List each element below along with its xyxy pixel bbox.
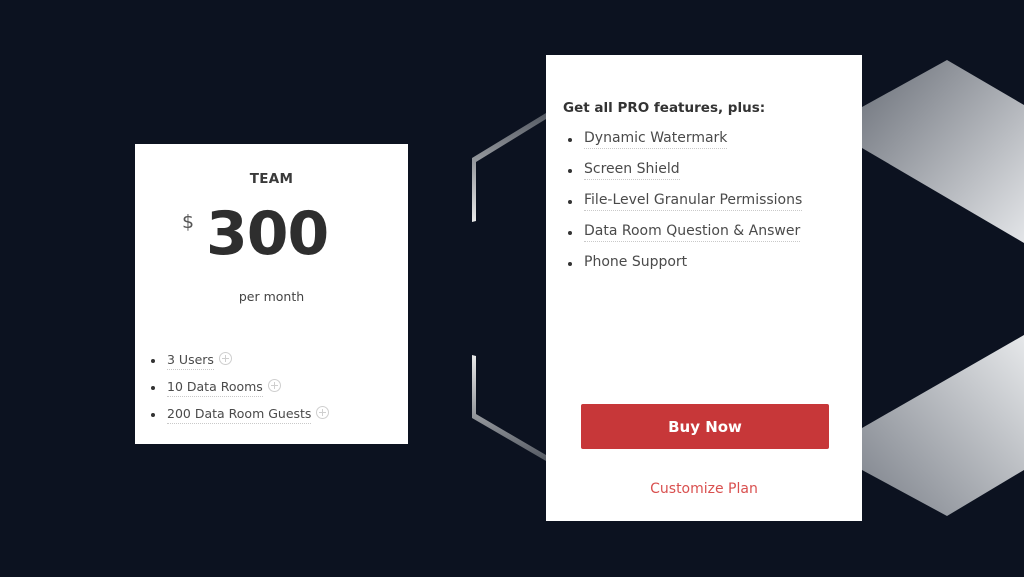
feature-item: 3 Users [151,352,329,379]
feature-item: Dynamic Watermark [568,130,802,161]
plus-circle-icon[interactable] [316,406,330,419]
customize-plan-link[interactable]: Customize Plan [546,481,862,497]
price-period: per month [238,289,305,304]
feature-label: Phone Support [584,254,688,270]
pro-plan-card [546,55,862,521]
feature-label[interactable]: File-Level Granular Permissions [584,192,803,211]
feature-item: Screen Shield [568,161,802,192]
hexagon-band-bottom [862,335,1024,516]
feature-item: 10 Data Rooms [151,379,329,406]
plan-name: TEAM [249,171,294,187]
feature-label[interactable]: Data Room Question & Answer [584,223,801,242]
team-feature-list: 3 Users 10 Data Rooms 200 Data Room Gues… [151,352,330,433]
feature-label[interactable]: Screen Shield [584,161,680,180]
pro-features-heading: Get all PRO features, plus: [563,100,766,116]
hexagon-outline-bottom [472,355,546,461]
plus-circle-icon[interactable] [218,352,232,365]
feature-label[interactable]: Dynamic Watermark [584,130,728,149]
currency-symbol: $ [182,211,195,233]
pro-feature-list: Dynamic Watermark Screen Shield File-Lev… [568,130,803,285]
buy-now-button[interactable]: Buy Now [581,404,829,449]
feature-label[interactable]: 3 Users [167,352,214,370]
price-amount: 300 [206,199,329,269]
feature-item: 200 Data Room Guests [151,406,330,433]
plus-circle-icon[interactable] [267,379,281,392]
feature-label[interactable]: 10 Data Rooms [167,379,263,397]
hexagon-outline-top [472,113,546,222]
feature-item: Data Room Question & Answer [568,223,802,254]
hexagon-band-top [862,60,1024,243]
feature-label[interactable]: 200 Data Room Guests [167,406,312,424]
feature-item: Phone Support [568,254,802,285]
feature-item: File-Level Granular Permissions [568,192,803,223]
